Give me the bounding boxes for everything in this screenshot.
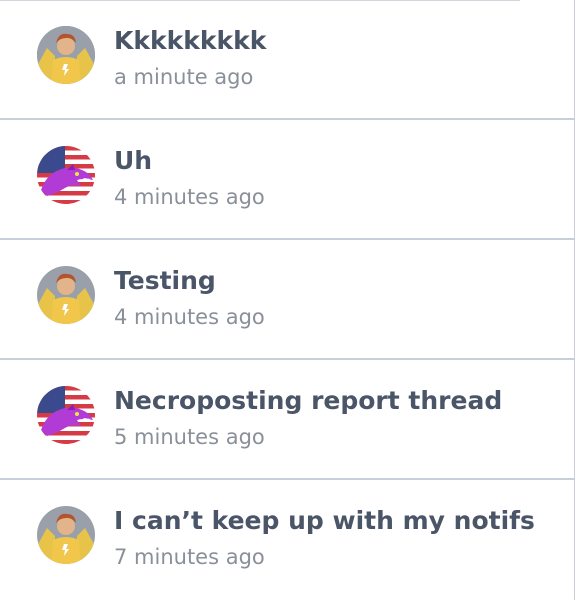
hero-avatar-icon[interactable]	[37, 506, 95, 564]
notification-item[interactable]: I can’t keep up with my notifs 7 minutes…	[0, 480, 574, 600]
notification-time: 5 minutes ago	[114, 425, 265, 449]
notification-title[interactable]: Kkkkkkkkk	[114, 24, 266, 58]
notification-list: Kkkkkkkkk a minute ago Uh 4 minutes ago …	[0, 0, 574, 600]
notification-time: 4 minutes ago	[114, 185, 265, 209]
notification-item[interactable]: Uh 4 minutes ago	[0, 120, 574, 240]
notification-item[interactable]: Kkkkkkkkk a minute ago	[0, 0, 574, 120]
notification-title[interactable]: Uh	[114, 144, 152, 178]
notifications-panel: Kkkkkkkkk a minute ago Uh 4 minutes ago …	[0, 0, 575, 600]
notification-item[interactable]: Testing 4 minutes ago	[0, 240, 574, 360]
hero-avatar-icon[interactable]	[37, 26, 95, 84]
flag-dragon-avatar-icon[interactable]	[37, 386, 95, 444]
notification-time: 4 minutes ago	[114, 305, 265, 329]
notification-time: a minute ago	[114, 65, 254, 89]
hero-avatar-icon[interactable]	[37, 266, 95, 324]
notification-title[interactable]: Necroposting report thread	[114, 384, 502, 418]
notification-title[interactable]: Testing	[114, 264, 216, 298]
notification-title[interactable]: I can’t keep up with my notifs	[114, 504, 535, 538]
flag-dragon-avatar-icon[interactable]	[37, 146, 95, 204]
notification-item[interactable]: Necroposting report thread 5 minutes ago	[0, 360, 574, 480]
notification-time: 7 minutes ago	[114, 545, 265, 569]
